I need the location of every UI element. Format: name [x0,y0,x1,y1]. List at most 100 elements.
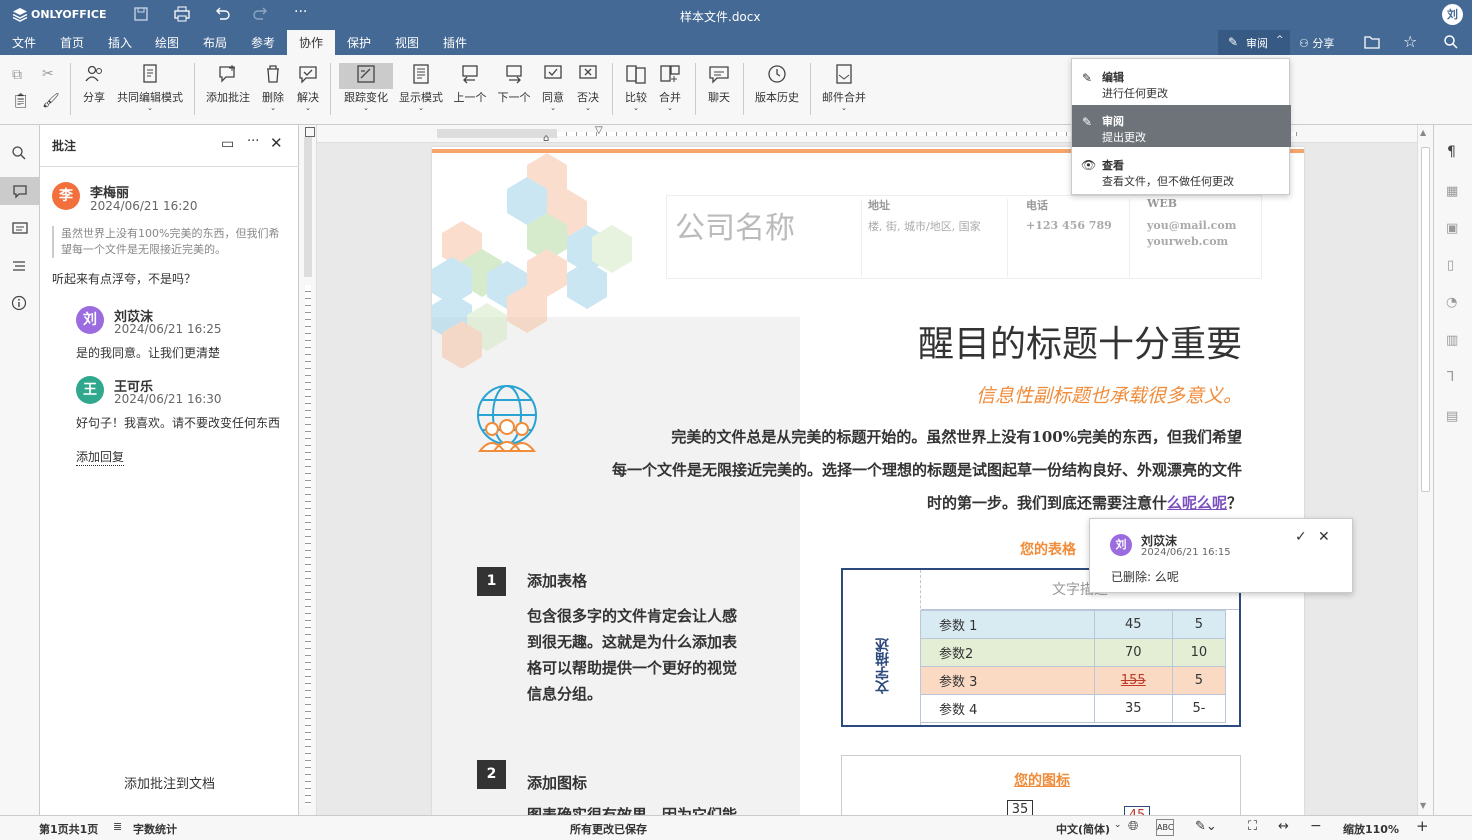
comment-text[interactable]: 听起来有点浮夸，不是吗？ [52,270,196,287]
paragraph-settings-icon[interactable]: ¶ [1447,144,1456,160]
table-cell[interactable]: 参数 4 [920,694,1095,723]
resolve-button[interactable]: 解决 ⌄ [295,63,321,112]
table-cell[interactable]: 参数 1 [920,610,1095,639]
menu-layout[interactable]: 布局 [203,34,227,51]
zoom-out-icon[interactable]: − [1310,818,1322,834]
mode-view-option[interactable]: 👁︎ 查看 查看文件，但不做任何更改 [1072,149,1291,191]
navigation-icon[interactable] [11,258,27,274]
coediting-mode-button[interactable]: 共同编辑模式 ⌄ [116,63,184,112]
favorite-star-icon[interactable]: ☆ [1403,32,1417,51]
text-art-icon[interactable]: Ꞁ [1447,370,1454,385]
undo-icon[interactable] [213,6,231,22]
chat-button[interactable]: 聊天 [706,63,732,105]
table-cell[interactable]: 10 [1171,638,1227,667]
reject-change-icon[interactable]: ✕ [1318,529,1330,545]
scroll-down-icon[interactable]: ▼ [1420,801,1426,810]
tab-stop-icon[interactable] [305,127,315,137]
user-avatar[interactable]: 刘 [1442,4,1463,25]
table-cell[interactable]: 参数 3 [920,666,1095,695]
table-cell[interactable]: 5- [1171,694,1227,723]
menu-references[interactable]: 参考 [251,34,275,51]
open-location-icon[interactable] [1363,34,1381,50]
redo-icon[interactable] [252,6,270,22]
fit-width-icon[interactable]: ↔ [1278,819,1289,834]
comments-tab[interactable] [0,177,40,205]
menu-home[interactable]: 首页 [60,34,84,51]
shape-settings-icon[interactable]: ◔ [1446,295,1457,310]
signature-icon[interactable]: ▤ [1446,409,1458,424]
fit-page-icon[interactable]: ⛶ [1248,819,1257,834]
merge-button[interactable]: 合并 ⌄ [657,63,683,112]
add-comment-button[interactable]: 添加批注 [205,63,251,105]
reply-text[interactable]: 是的我同意。让我们更清楚 [76,344,220,361]
reply-text[interactable]: 好句子！我喜欢。请不要改变任何东西 [76,414,280,431]
header-footer-icon[interactable]: ▯ [1447,258,1454,273]
menu-protection[interactable]: 保护 [347,34,371,51]
print-icon[interactable] [173,6,191,22]
track-changes-icon[interactable]: ✎⌄ [1195,819,1217,834]
paste-icon[interactable]: 📋︎ [12,93,30,109]
spell-check-icon[interactable]: ABC [1156,819,1174,836]
table-settings-icon[interactable]: ▦ [1446,184,1458,199]
more-icon[interactable]: ··· [294,4,307,20]
table-cell[interactable]: 参数2 [920,638,1095,667]
next-change-button[interactable]: 下一个 [497,63,531,105]
menu-file[interactable]: 文件 [12,34,36,51]
menu-plugins[interactable]: 插件 [443,34,467,51]
chart-box[interactable]: 您的图标 35 45 [841,755,1241,815]
image-settings-icon[interactable]: ▣ [1446,221,1458,236]
table-cell[interactable]: 5 [1171,666,1227,695]
menu-insert[interactable]: 插入 [108,34,132,51]
scroll-up-icon[interactable]: ▲ [1420,128,1426,137]
share-button[interactable]: ⚇ 分享 [1299,35,1334,51]
info-icon[interactable] [11,295,27,311]
search-icon[interactable] [11,145,27,161]
table-cell-tracked[interactable]: 155 [1093,666,1173,695]
mode-desc: 提出更改 [1102,131,1146,144]
chat-icon[interactable] [11,221,29,237]
version-history-button[interactable]: 版本历史 [753,63,801,105]
add-reply-link[interactable]: 添加回复 [76,448,125,466]
format-painter-icon[interactable]: 🖌︎ [42,93,60,109]
zoom-in-icon[interactable]: + [1416,817,1429,835]
menu-bar: 文件 首页 插入 绘图 布局 参考 协作 保护 视图 插件 ✎ 审阅 ^ ⚇ 分… [0,30,1472,55]
copy-icon[interactable]: ⧉ [12,67,22,83]
mail-merge-button[interactable]: 邮件合并 ⌄ [820,63,868,112]
table-cell[interactable]: 5 [1171,610,1227,639]
menu-view[interactable]: 视图 [395,34,419,51]
more-options-icon[interactable]: ··· [247,134,259,149]
share-tool-button[interactable]: 分享 [78,63,110,105]
table-cell[interactable]: 35 [1093,694,1173,723]
accept-button[interactable]: 同意 ⌄ [540,63,566,112]
indent-marker-icon[interactable]: ▽ [595,125,603,136]
compare-button[interactable]: 比较 ⌄ [623,63,649,112]
menu-collaboration[interactable]: 协作 [299,34,323,51]
globe-icon[interactable]: 🌐︎ [1128,819,1138,834]
close-icon[interactable]: ✕ [270,134,283,152]
add-comment-to-document-button[interactable]: 添加批注到文档 [40,773,299,792]
delete-comment-button[interactable]: 删除 ⌄ [260,63,286,112]
table-cell[interactable]: 70 [1093,638,1173,667]
previous-change-button[interactable]: 上一个 [453,63,487,105]
save-icon[interactable] [133,6,149,22]
search-icon[interactable] [1443,34,1459,50]
table-cell[interactable]: 45 [1093,610,1173,639]
document-page[interactable]: 公司名称 地址 楼, 街, 城市/地区, 国家 电话 +123 456 789 … [432,147,1304,815]
vertical-scrollbar[interactable]: ▲ ▼ [1417,125,1433,815]
page-indicator[interactable]: 第1页共1页 [39,821,98,837]
mode-edit-option[interactable]: ✎ 编辑 进行任何更改 [1072,61,1291,103]
track-changes-button[interactable]: 跟踪变化 ⌄ [339,63,393,112]
reject-button[interactable]: 否决 ⌄ [575,63,601,112]
review-mode-button[interactable]: ✎ 审阅 ^ [1218,30,1290,55]
scroll-thumb[interactable] [1421,147,1430,492]
mode-review-option[interactable]: ✎ 审阅 提出更改 [1072,105,1291,147]
tracked-insertion[interactable]: 么呢么呢 [1167,494,1227,512]
accept-change-icon[interactable]: ✓ [1295,529,1307,545]
display-mode-button[interactable]: 显示模式 ⌄ [398,63,444,112]
cut-icon[interactable]: ✂ [42,66,54,82]
word-count-button[interactable]: 字数统计 [133,821,177,837]
add-comment-icon[interactable]: ▭ [221,136,234,152]
language-selector[interactable]: 中文(简体) [1056,821,1110,837]
chart-settings-icon[interactable]: ▥ [1446,333,1458,348]
menu-draw[interactable]: 绘图 [155,34,179,51]
